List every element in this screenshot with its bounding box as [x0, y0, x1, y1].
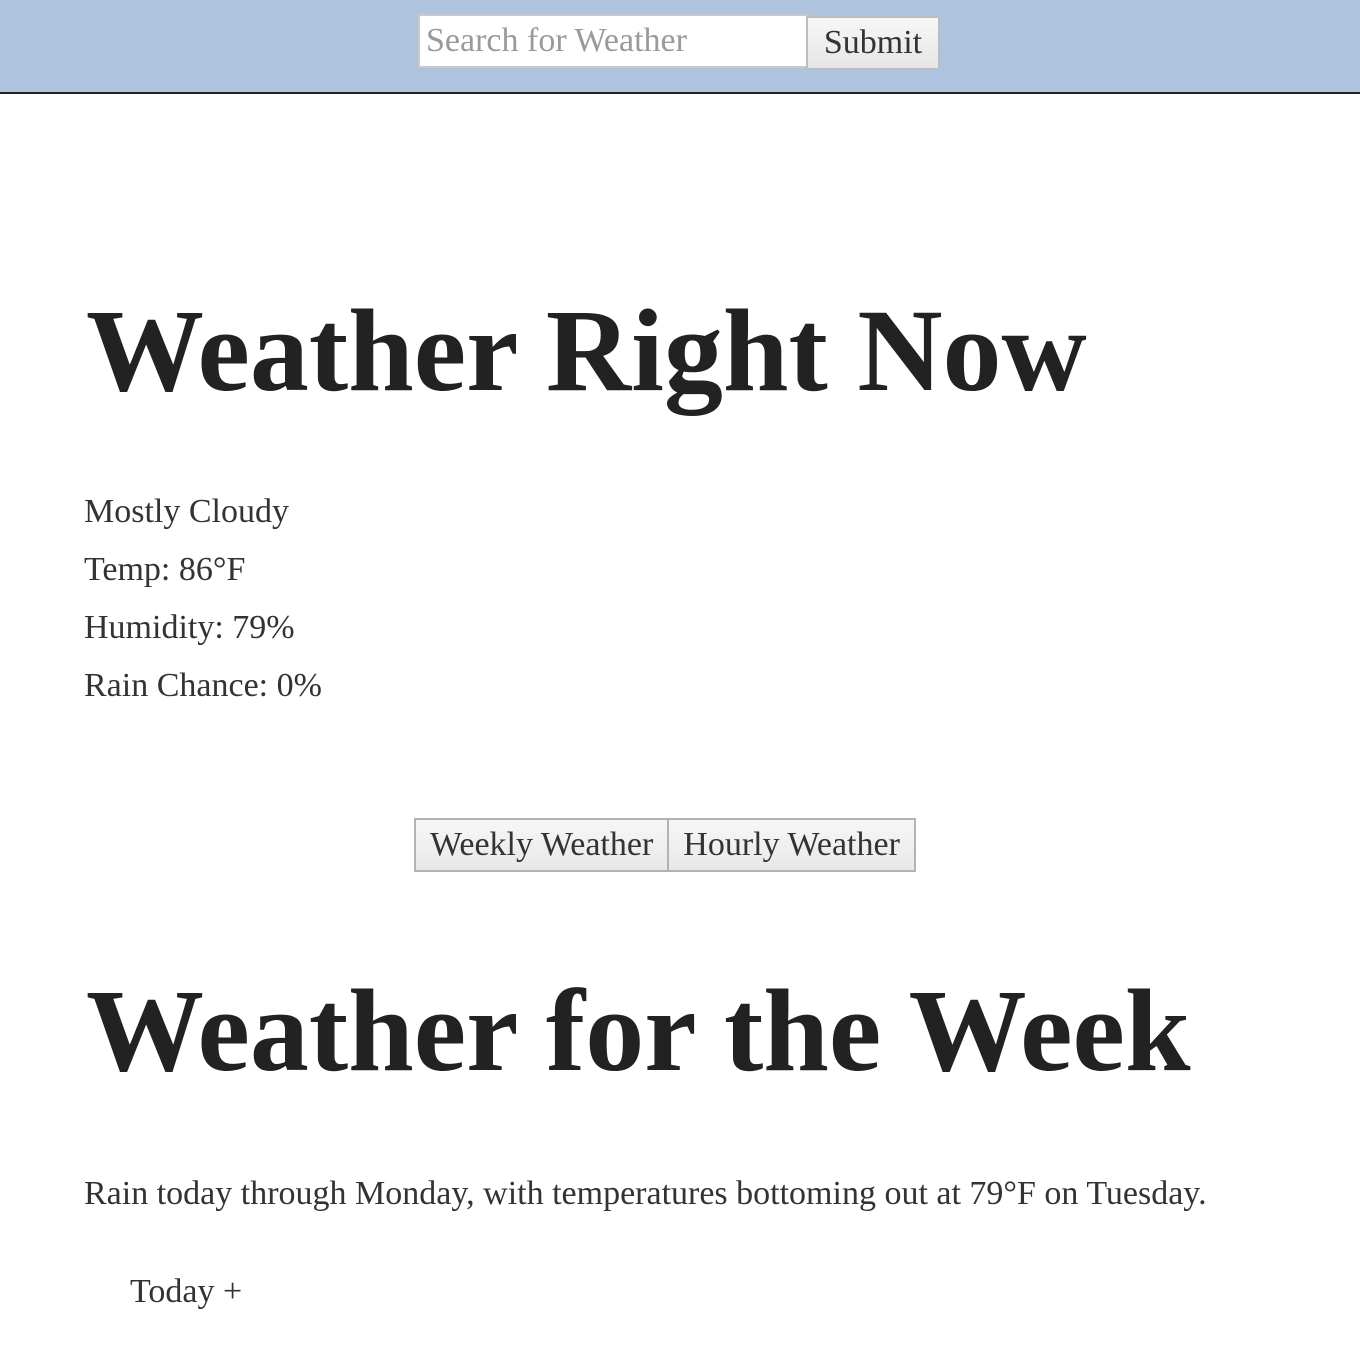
current-condition: Mostly Cloudy [84, 493, 289, 530]
weather-for-the-week-heading: Weather for the Week [86, 965, 1191, 1096]
search-input[interactable] [418, 14, 808, 68]
current-temp: Temp: 86°F [84, 551, 246, 588]
weekly-weather-button[interactable]: Weekly Weather [414, 818, 670, 872]
forecast-view-toggle: Weekly Weather Hourly Weather [414, 818, 916, 872]
day-expand-today[interactable]: Today + [130, 1272, 242, 1312]
hourly-weather-button[interactable]: Hourly Weather [669, 818, 916, 872]
top-search-bar: Submit [0, 0, 1360, 94]
current-rain-chance: Rain Chance: 0% [84, 667, 322, 704]
current-humidity: Humidity: 79% [84, 609, 295, 646]
weather-right-now-heading: Weather Right Now [86, 285, 1087, 416]
submit-button[interactable]: Submit [806, 16, 940, 70]
weekly-summary: Rain today through Monday, with temperat… [84, 1175, 1207, 1212]
